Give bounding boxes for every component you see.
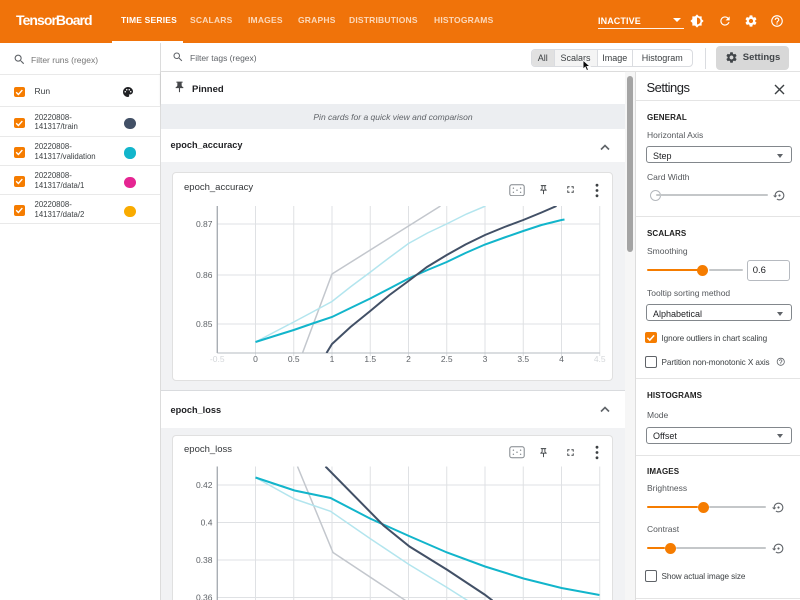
svg-text:0.42: 0.42 <box>195 480 212 490</box>
svg-text:2: 2 <box>406 354 411 364</box>
svg-text:0.87: 0.87 <box>195 219 212 229</box>
svg-text:1: 1 <box>329 354 334 364</box>
svg-text:0.36: 0.36 <box>195 592 212 600</box>
svg-text:1.5: 1.5 <box>364 354 376 364</box>
svg-text:2.5: 2.5 <box>440 354 452 364</box>
svg-text:0: 0 <box>253 354 258 364</box>
svg-text:3.5: 3.5 <box>517 354 529 364</box>
svg-text:3: 3 <box>482 354 487 364</box>
svg-text:0.4: 0.4 <box>200 517 212 527</box>
svg-text:0.5: 0.5 <box>287 354 299 364</box>
svg-text:0.85: 0.85 <box>195 319 212 329</box>
svg-text:0.38: 0.38 <box>195 555 212 565</box>
svg-text:4.5: 4.5 <box>593 354 605 364</box>
svg-text:-0.5: -0.5 <box>209 354 224 364</box>
svg-text:4: 4 <box>559 354 564 364</box>
svg-text:0.86: 0.86 <box>195 270 212 280</box>
